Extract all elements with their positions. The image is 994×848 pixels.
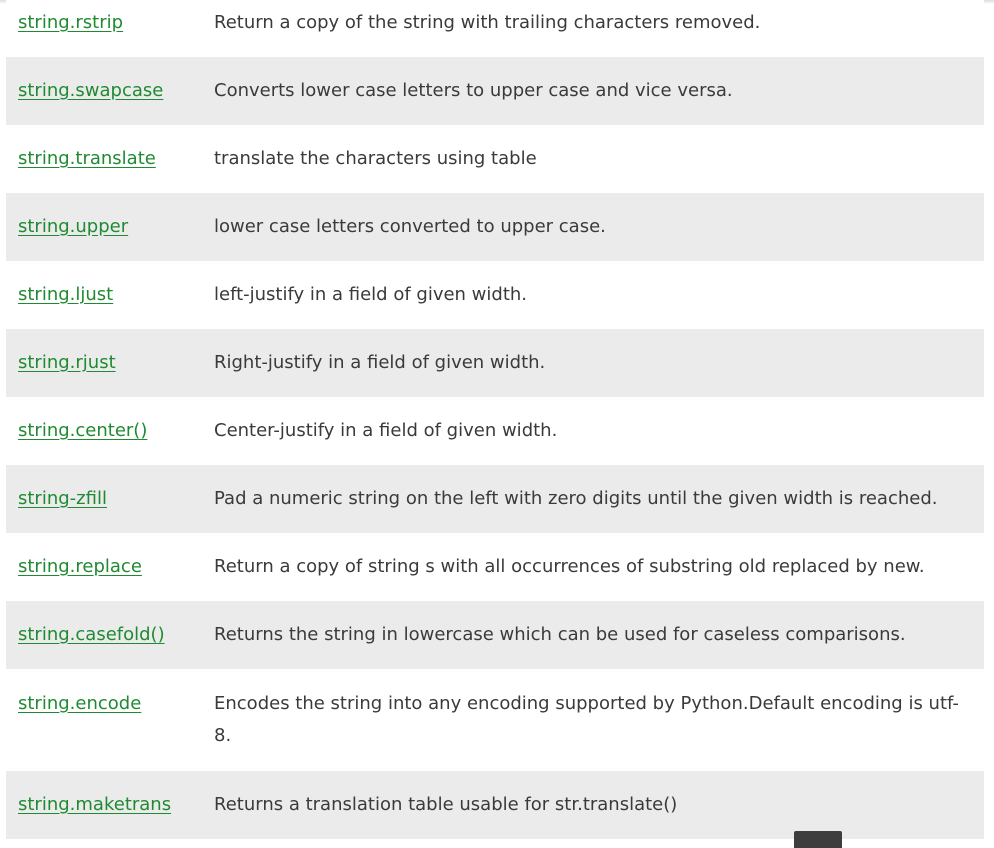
method-link-replace[interactable]: string.replace — [18, 556, 142, 577]
table-row: string.ljust left-justify in a field of … — [6, 261, 984, 329]
method-description: Return a copy of the string with trailin… — [214, 12, 761, 33]
table-row: string.encode Encodes the string into an… — [6, 669, 984, 771]
page: string.rstrip Return a copy of the strin… — [0, 0, 994, 848]
method-name-cell: string.center() — [6, 397, 203, 465]
method-name-cell: string.replace — [6, 533, 203, 601]
table-row: string.center() Center-justify in a fiel… — [6, 397, 984, 465]
method-link-ljust[interactable]: string.ljust — [18, 284, 113, 305]
method-link-rstrip[interactable]: string.rstrip — [18, 12, 123, 33]
method-name-cell: string.swapcase — [6, 57, 203, 125]
table-row: string.swapcase Converts lower case lett… — [6, 57, 984, 125]
method-description: Returns the string in lowercase which ca… — [214, 624, 906, 645]
method-name-cell: string.casefold() — [6, 601, 203, 669]
string-methods-table: string.rstrip Return a copy of the strin… — [6, 0, 984, 839]
method-description: Return a copy of string s with all occur… — [214, 556, 925, 577]
scroll-to-top-icon[interactable] — [794, 831, 842, 848]
method-link-center[interactable]: string.center() — [18, 420, 147, 441]
method-link-upper[interactable]: string.upper — [18, 216, 128, 237]
table-row: string.rstrip Return a copy of the strin… — [6, 0, 984, 57]
table-row: string.rjust Right-justify in a field of… — [6, 329, 984, 397]
method-name-cell: string.rstrip — [6, 0, 203, 57]
method-description: left-justify in a field of given width. — [214, 284, 528, 305]
method-name-cell: string-zfill — [6, 465, 203, 533]
method-name-cell: string.encode — [6, 669, 203, 771]
method-name-cell: string.ljust — [6, 261, 203, 329]
method-description: Pad a numeric string on the left with ze… — [214, 488, 938, 509]
method-description: Returns a translation table usable for s… — [214, 794, 678, 815]
method-name-cell: string.rjust — [6, 329, 203, 397]
table-row: string.upper lower case letters converte… — [6, 193, 984, 261]
method-description: translate the characters using table — [214, 148, 537, 169]
table-row: string.maketrans Returns a translation t… — [6, 771, 984, 839]
method-name-cell: string.maketrans — [6, 771, 203, 839]
table-row: string.casefold() Returns the string in … — [6, 601, 984, 669]
method-link-rjust[interactable]: string.rjust — [18, 352, 116, 373]
method-description: Center-justify in a field of given width… — [214, 420, 558, 441]
method-description: Encodes the string into any encoding sup… — [214, 693, 959, 746]
method-link-zfill[interactable]: string-zfill — [18, 488, 107, 509]
method-name-cell: string.translate — [6, 125, 203, 193]
method-description: Right-justify in a field of given width. — [214, 352, 546, 373]
method-description: Converts lower case letters to upper cas… — [214, 80, 733, 101]
table-row: string.translate translate the character… — [6, 125, 984, 193]
method-description: lower case letters converted to upper ca… — [214, 216, 606, 237]
method-link-casefold[interactable]: string.casefold() — [18, 624, 165, 645]
method-link-swapcase[interactable]: string.swapcase — [18, 80, 163, 101]
method-link-translate[interactable]: string.translate — [18, 148, 156, 169]
method-name-cell: string.upper — [6, 193, 203, 261]
table-row: string.replace Return a copy of string s… — [6, 533, 984, 601]
table-row: string-zfill Pad a numeric string on the… — [6, 465, 984, 533]
method-link-maketrans[interactable]: string.maketrans — [18, 794, 171, 815]
method-link-encode[interactable]: string.encode — [18, 693, 141, 714]
